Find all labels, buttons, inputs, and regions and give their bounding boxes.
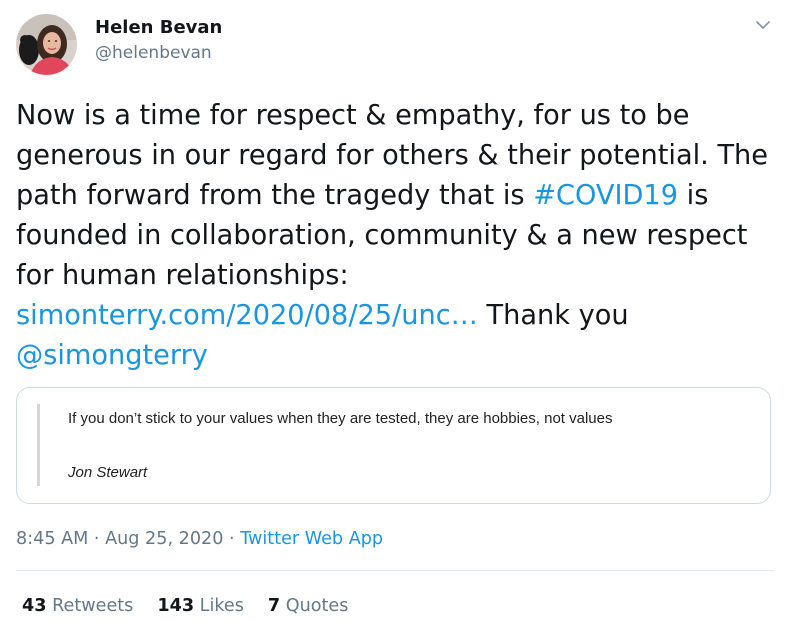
quote-card[interactable]: If you don’t stick to your values when t… bbox=[16, 387, 771, 504]
avatar[interactable] bbox=[16, 14, 77, 75]
quotes-label: Quotes bbox=[285, 596, 349, 616]
source-app-link[interactable]: Twitter Web App bbox=[240, 529, 383, 549]
tweet-text-part: Thank you bbox=[477, 300, 629, 331]
tweet: Helen Bevan @helenbevan Now is a time fo… bbox=[0, 0, 790, 622]
retweets-count: 43 bbox=[22, 596, 47, 616]
url-link[interactable]: simonterry.com/2020/08/25/unc… bbox=[16, 300, 478, 331]
quote-author: Jon Stewart bbox=[68, 464, 148, 481]
quotes-count: 7 bbox=[267, 596, 281, 616]
quote-bar bbox=[37, 404, 40, 486]
chevron-down-icon[interactable] bbox=[752, 14, 774, 36]
quotes-stat[interactable]: 7 Quotes bbox=[268, 596, 349, 616]
hashtag-link[interactable]: #COVID19 bbox=[533, 180, 678, 211]
author-block: Helen Bevan @helenbevan bbox=[95, 17, 222, 64]
likes-stat[interactable]: 143 Likes bbox=[157, 596, 244, 616]
tweet-stats: 43 Retweets 143 Likes 7 Quotes bbox=[22, 596, 372, 616]
avatar-image bbox=[16, 14, 77, 75]
username-handle[interactable]: @helenbevan bbox=[95, 42, 222, 64]
meta-separator: · bbox=[223, 529, 241, 549]
retweets-label: Retweets bbox=[52, 596, 134, 616]
divider bbox=[16, 570, 774, 571]
quote-text: If you don’t stick to your values when t… bbox=[68, 410, 613, 427]
tweet-text: Now is a time for respect & empathy, for… bbox=[16, 96, 786, 376]
tweet-date[interactable]: Aug 25, 2020 bbox=[105, 529, 223, 549]
meta-separator: · bbox=[88, 529, 106, 549]
tweet-time[interactable]: 8:45 AM bbox=[16, 529, 88, 549]
display-name[interactable]: Helen Bevan bbox=[95, 17, 222, 39]
tweet-meta: 8:45 AM · Aug 25, 2020 · Twitter Web App bbox=[16, 529, 383, 549]
likes-count: 143 bbox=[157, 596, 195, 616]
likes-label: Likes bbox=[199, 596, 244, 616]
retweets-stat[interactable]: 43 Retweets bbox=[22, 596, 133, 616]
mention-link[interactable]: @simongterry bbox=[16, 340, 208, 371]
